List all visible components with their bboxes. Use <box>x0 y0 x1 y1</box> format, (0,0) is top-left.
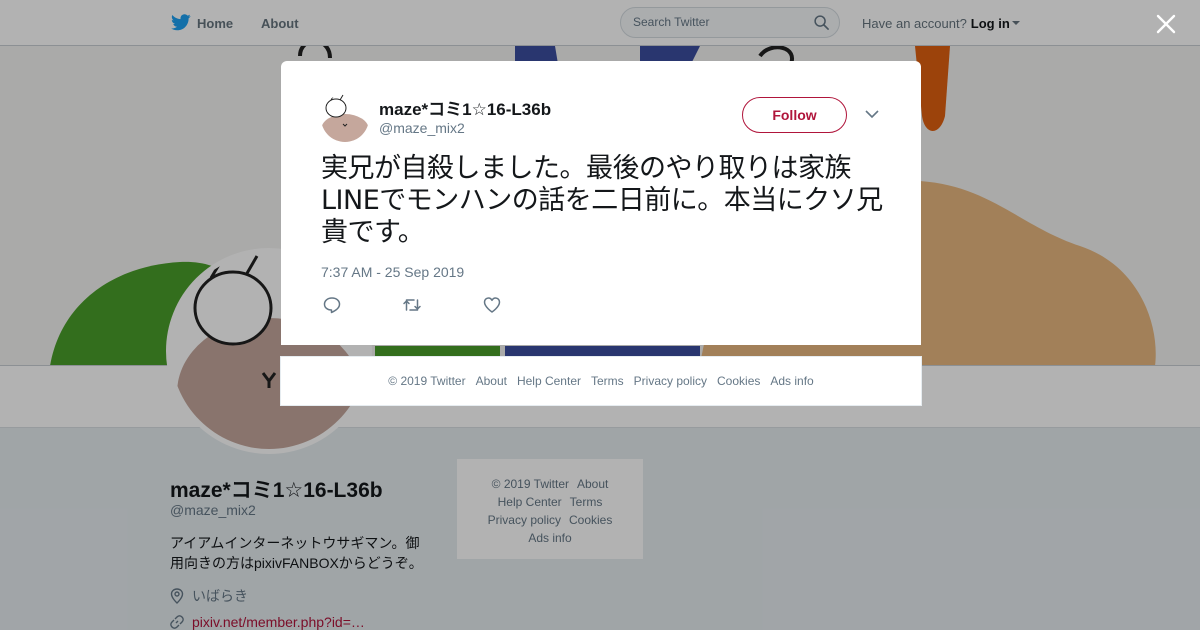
modal-footer-ads-link[interactable]: Ads info <box>770 374 813 388</box>
modal-footer-privacy-link[interactable]: Privacy policy <box>634 374 707 388</box>
modal-footer-cookies-link[interactable]: Cookies <box>717 374 760 388</box>
tweet-text: 実兄が自殺しました。最後のやり取りは家族LINEでモンハンの話を二日前に。本当に… <box>321 153 883 248</box>
reply-icon[interactable] <box>322 295 342 315</box>
tweet-author-handle[interactable]: @maze_mix2 <box>379 120 465 136</box>
tweet-avatar-illustration <box>321 94 369 142</box>
heart-icon[interactable] <box>482 295 502 315</box>
modal-footer: © 2019 Twitter About Help Center Terms P… <box>280 356 922 406</box>
modal-footer-copyright: © 2019 Twitter <box>388 374 466 388</box>
close-icon[interactable] <box>1155 13 1177 35</box>
tweet-author-name[interactable]: maze*コミ1☆16-L36b <box>379 95 551 120</box>
modal-footer-terms-link[interactable]: Terms <box>591 374 624 388</box>
retweet-icon[interactable] <box>402 295 422 315</box>
tweet-modal: maze*コミ1☆16-L36b @maze_mix2 Follow 実兄が自殺… <box>281 61 921 345</box>
modal-footer-help-link[interactable]: Help Center <box>517 374 581 388</box>
follow-button[interactable]: Follow <box>742 97 847 133</box>
tweet-timestamp[interactable]: 7:37 AM - 25 Sep 2019 <box>321 264 464 280</box>
tweet-author-avatar[interactable] <box>321 94 369 142</box>
chevron-down-icon[interactable] <box>865 109 879 119</box>
modal-footer-about-link[interactable]: About <box>476 374 507 388</box>
